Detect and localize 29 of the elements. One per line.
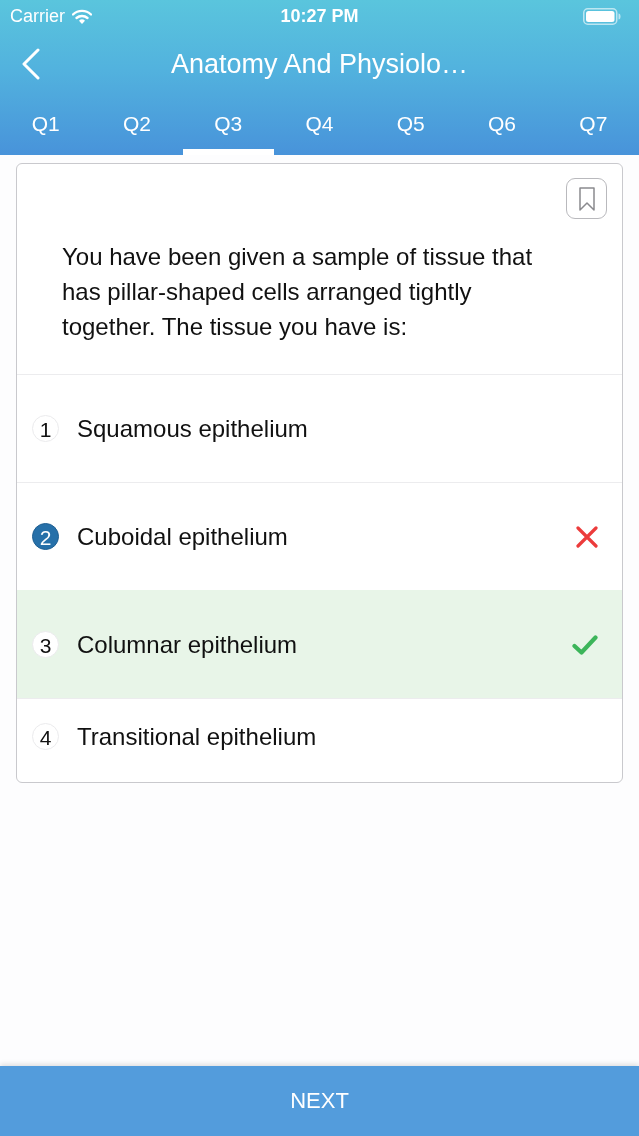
carrier-label: Carrier [10,6,65,27]
wifi-icon [72,9,92,24]
back-button[interactable] [20,47,42,81]
bookmark-icon [578,186,595,211]
option-text: Columnar epithelium [77,630,299,659]
question-tab[interactable]: Q2 [91,95,183,155]
option-number: 1 [32,415,59,442]
next-button[interactable]: NEXT [0,1066,639,1136]
question-tab[interactable]: Q7 [547,95,639,155]
question-tab[interactable]: Q5 [365,95,457,155]
option-number: 2 [32,523,59,550]
status-time: 10:27 PM [280,6,359,27]
question-tab[interactable]: Q3 [182,95,274,155]
answer-option[interactable]: 3 Columnar epithelium [17,590,622,698]
answer-option[interactable]: 4 Transitional epithelium [17,698,622,782]
chevron-left-icon [21,48,41,80]
question-tab[interactable]: Q6 [456,95,548,155]
option-number: 3 [32,631,59,658]
option-number: 4 [32,723,59,750]
question-tab[interactable]: Q1 [0,95,92,155]
question-tab[interactable]: Q4 [273,95,366,155]
question-text: You have been given a sample of tissue that has pillar-shaped cells arranged tightly together. The tissue you have is: [62,242,534,342]
screen-title: Anatomy And Physiolo… [169,48,470,80]
bookmark-button[interactable] [566,178,607,219]
option-text: Cuboidal epithelium [77,522,289,551]
answer-option[interactable]: 1 Squamous epithelium [17,374,622,482]
option-text: Squamous epithelium [77,414,309,443]
battery-icon [583,8,621,25]
option-text: Transitional epithelium [77,722,318,751]
